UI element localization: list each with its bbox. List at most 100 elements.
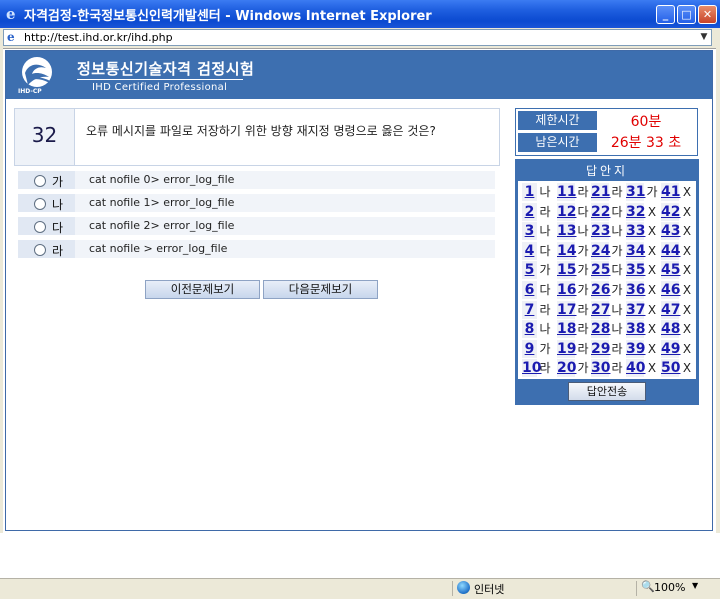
answer-sheet-question-link[interactable]: 34	[626, 241, 645, 260]
answer-sheet-answer: X	[647, 361, 657, 376]
answer-sheet-answer: X	[682, 322, 692, 337]
answer-sheet-question-link[interactable]: 40	[626, 359, 645, 378]
answer-sheet-question-link[interactable]: 19	[557, 339, 576, 358]
answer-sheet-question-link[interactable]: 30	[591, 359, 610, 378]
answer-sheet-question-link[interactable]: 35	[626, 261, 645, 280]
maximize-button[interactable]: □	[677, 5, 696, 24]
answer-sheet-answer: 가	[577, 283, 589, 297]
answer-sheet-answer: X	[682, 263, 692, 278]
window-title: 자격검정-한국정보통신인력개발센터 - Windows Internet Exp…	[24, 9, 432, 24]
minimize-button[interactable]: _	[656, 5, 675, 24]
answer-sheet-question-link[interactable]: 29	[591, 339, 610, 358]
answer-sheet-question-link[interactable]: 39	[626, 339, 645, 358]
address-text[interactable]: http://test.ihd.or.kr/ihd.php	[24, 31, 173, 44]
option-label-cell[interactable]	[18, 194, 75, 212]
globe-icon	[457, 581, 470, 594]
zoom-dropdown-icon[interactable]: ▼	[692, 581, 698, 590]
answer-sheet-answer: 라	[539, 204, 551, 219]
answer-sheet-question-link[interactable]: 13	[557, 222, 576, 241]
answer-sheet-question-link[interactable]: 26	[591, 281, 610, 299]
answer-sheet-question-link[interactable]: 3	[522, 222, 537, 241]
answer-sheet-question-link[interactable]: 1	[522, 183, 537, 201]
prev-question-button[interactable]: 이전문제보기	[145, 280, 260, 299]
answer-sheet-question-link[interactable]: 28	[591, 320, 610, 339]
option-label-cell[interactable]	[18, 217, 75, 235]
zoom-level[interactable]: 100%	[654, 581, 685, 594]
answer-sheet-answer: 가	[577, 243, 589, 258]
answer-sheet-question-link[interactable]: 41	[661, 183, 680, 201]
answer-sheet-question-link[interactable]: 45	[661, 261, 680, 280]
answer-sheet-answer: X	[647, 224, 657, 239]
answer-sheet-question-link[interactable]: 16	[557, 281, 576, 299]
answer-sheet-question-link[interactable]: 27	[591, 300, 610, 319]
answer-sheet-question-link[interactable]: 4	[522, 241, 537, 260]
answer-sheet-question-link[interactable]: 25	[591, 261, 610, 280]
option-radio[interactable]	[34, 244, 46, 256]
time-remaining-value: 26분 33 초	[610, 135, 682, 151]
question-text: 오류 메시지를 파일로 저장하기 위한 방향 재지정 명령으로 옳은 것은?	[86, 124, 436, 138]
answer-sheet-answer: 라	[611, 361, 623, 376]
answer-sheet-question-link[interactable]: 15	[557, 261, 576, 280]
time-limit-value: 60분	[630, 114, 662, 130]
answer-sheet-question-link[interactable]: 6	[522, 281, 537, 299]
answer-sheet-question-link[interactable]: 42	[661, 202, 680, 221]
answer-sheet-answer: 다	[539, 243, 551, 258]
answer-sheet-answer: 라	[611, 341, 623, 356]
option-label-cell[interactable]	[18, 171, 75, 189]
option-text: cat nofile 1> error_log_file	[89, 196, 235, 209]
option-radio[interactable]	[34, 175, 46, 187]
submit-answers-button[interactable]: 답안전송	[568, 382, 646, 401]
answer-sheet-question-link[interactable]: 37	[626, 300, 645, 319]
answer-sheet-question-link[interactable]: 31	[626, 183, 645, 201]
answer-sheet-question-link[interactable]: 7	[522, 300, 537, 319]
answer-sheet-question-link[interactable]: 2	[522, 202, 537, 221]
answer-sheet-question-link[interactable]: 8	[522, 320, 537, 339]
answer-sheet-answer: X	[682, 283, 692, 297]
answer-sheet-answer: 라	[577, 322, 589, 337]
answer-sheet-question-link[interactable]: 32	[626, 202, 645, 221]
answer-sheet-question-link[interactable]: 22	[591, 202, 610, 221]
option-radio[interactable]	[34, 198, 46, 210]
answer-sheet-question-link[interactable]: 18	[557, 320, 576, 339]
answer-sheet-question-link[interactable]: 48	[661, 320, 680, 339]
answer-sheet-question-link[interactable]: 38	[626, 320, 645, 339]
answer-sheet-answer: X	[647, 243, 657, 258]
answer-sheet-question-link[interactable]: 14	[557, 241, 576, 260]
address-dropdown-icon[interactable]: ▼	[697, 30, 711, 45]
option-label-cell[interactable]	[18, 240, 75, 258]
answer-sheet-question-link[interactable]: 11	[557, 183, 576, 201]
answer-sheet-question-link[interactable]: 21	[591, 183, 610, 201]
answer-sheet-question-link[interactable]: 44	[661, 241, 680, 260]
next-question-button[interactable]: 다음문제보기	[263, 280, 378, 299]
option-letter: 라	[52, 244, 64, 258]
answer-sheet-question-link[interactable]: 9	[522, 339, 537, 358]
answer-sheet-question-link[interactable]: 49	[661, 339, 680, 358]
answer-sheet-question-link[interactable]: 24	[591, 241, 610, 260]
status-bar	[0, 578, 720, 599]
answer-sheet-answer: X	[682, 185, 692, 199]
answer-sheet-answer: 라	[539, 302, 551, 317]
answer-sheet-question-link[interactable]: 36	[626, 281, 645, 299]
close-button[interactable]: ✕	[698, 5, 717, 24]
answer-sheet-question-link[interactable]: 20	[557, 359, 576, 378]
answer-sheet-answer: 다	[611, 204, 623, 219]
answer-sheet-answer: X	[682, 243, 692, 258]
status-divider	[452, 581, 453, 596]
answer-sheet-question-link[interactable]: 43	[661, 222, 680, 241]
answer-sheet-question-link[interactable]: 17	[557, 300, 576, 319]
answer-sheet-answer: 나	[611, 224, 623, 239]
answer-sheet-question-link[interactable]: 23	[591, 222, 610, 241]
answer-sheet-question-link[interactable]: 5	[522, 261, 537, 280]
answer-sheet-answer: 라	[577, 341, 589, 356]
option-radio[interactable]	[34, 221, 46, 233]
option-letter: 다	[52, 221, 64, 235]
ie-logo-icon: e	[6, 5, 16, 23]
answer-sheet-question-link[interactable]: 46	[661, 281, 680, 299]
answer-sheet-question-link[interactable]: 33	[626, 222, 645, 241]
zoom-icon[interactable]: 🔍	[641, 580, 655, 593]
answer-sheet-question-link[interactable]: 50	[661, 359, 680, 378]
answer-sheet-question-link[interactable]: 12	[557, 202, 576, 221]
answer-sheet-question-link[interactable]: 10	[522, 359, 541, 378]
answer-sheet-question-link[interactable]: 47	[661, 300, 680, 319]
answer-sheet-answer: 가	[539, 263, 551, 278]
